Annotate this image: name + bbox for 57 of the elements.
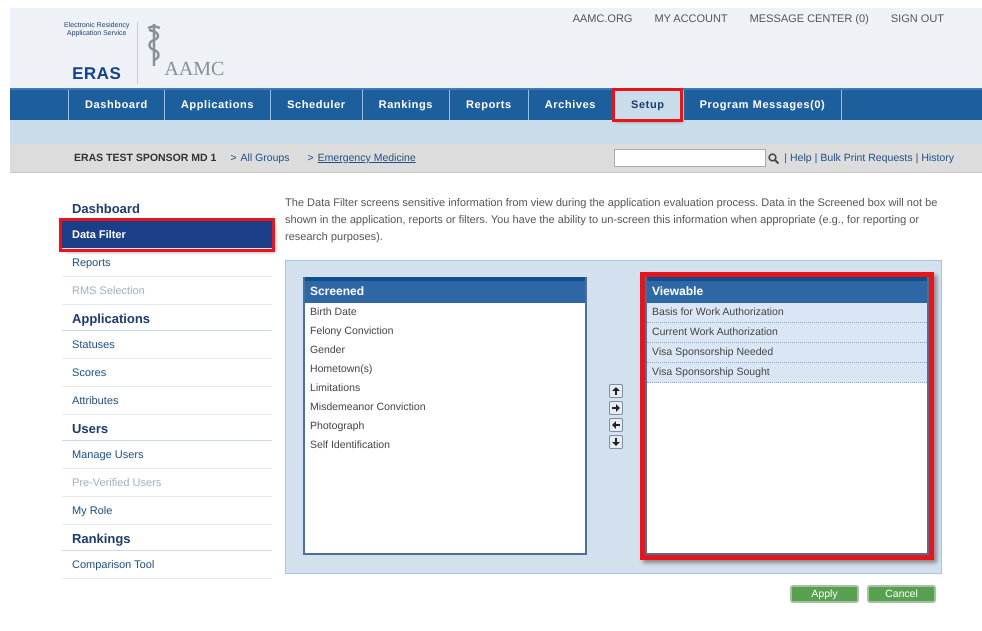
- sidebar-item[interactable]: Scores: [62, 359, 272, 387]
- breadcrumb-link[interactable]: Emergency Medicine: [318, 152, 416, 164]
- sidebar-item[interactable]: Data Filter: [62, 221, 272, 249]
- list-item[interactable]: Basis for Work Authorization: [647, 303, 927, 323]
- list-box[interactable]: Screened Birth Date Felony Conviction Gender Hometown(s) Limitations Misdemeanor Conviction Photograph Self Identification: [303, 277, 587, 555]
- sidebar-item[interactable]: Comparison Tool: [62, 551, 272, 579]
- sponsor-name: ERAS TEST SPONSOR MD 1: [74, 152, 216, 164]
- list-item[interactable]: Hometown(s): [305, 360, 585, 379]
- sidebar-item[interactable]: Reports: [62, 249, 272, 277]
- move-button[interactable]: [609, 434, 623, 448]
- list-item[interactable]: Current Work Authorization: [647, 323, 927, 343]
- move-button[interactable]: [609, 384, 623, 398]
- link-divider: |: [814, 152, 818, 164]
- sidebar-heading: Rankings: [62, 525, 272, 551]
- list-item[interactable]: Limitations: [305, 379, 585, 398]
- list-item[interactable]: Birth Date: [305, 303, 585, 322]
- arrow-up-icon: [612, 386, 620, 394]
- sidebar-heading: Users: [62, 415, 272, 441]
- sidebar-heading: Applications: [62, 305, 272, 331]
- logo-wordmark: AAMC: [164, 58, 224, 81]
- arrow-left-icon: [612, 420, 620, 428]
- search-field[interactable]: [614, 149, 766, 167]
- list-title: Screened: [305, 277, 585, 303]
- sidebar-item[interactable]: Statuses: [62, 331, 272, 359]
- utility-link[interactable]: History: [921, 152, 954, 164]
- logo-wordmark: ERAS: [72, 64, 122, 84]
- search-icon[interactable]: [768, 152, 780, 164]
- move-button[interactable]: [609, 418, 623, 432]
- description-text: The Data Filter screens sensitive information from view during the application evaluation process. Data in the Screened box will not be shown in the application, reports or filters. You have the ability to un-screen this information when appropriate (e.g., for reporting or research purposes).: [285, 196, 938, 245]
- list-item[interactable]: Misdemeanor Conviction: [305, 398, 585, 417]
- list-title: Viewable: [647, 277, 927, 303]
- list-box[interactable]: Viewable Basis for Work Authorization Current Work Authorization Visa Sponsorship Needed Visa Sponsorship Sought: [645, 277, 929, 555]
- list-item[interactable]: Self Identification: [305, 436, 585, 455]
- list-item[interactable]: Visa Sponsorship Sought: [647, 363, 927, 383]
- sidebar-item[interactable]: Attributes: [62, 387, 272, 415]
- utility-link[interactable]: Help: [790, 152, 812, 164]
- top-link[interactable]: AAMC.ORG: [572, 13, 632, 88]
- list-item[interactable]: Felony Conviction: [305, 322, 585, 341]
- caduceus-icon: [146, 22, 162, 68]
- sidebar-item[interactable]: My Role: [62, 497, 272, 525]
- link-divider: |: [916, 152, 918, 164]
- arrow-right-icon: [612, 404, 620, 412]
- list-item[interactable]: Visa Sponsorship Needed: [647, 343, 927, 363]
- nav-tab[interactable]: Setup: [614, 90, 681, 120]
- breadcrumb-separator: >: [308, 152, 314, 164]
- top-link[interactable]: MESSAGE CENTER (0): [750, 13, 869, 88]
- top-link[interactable]: MY ACCOUNT: [654, 13, 728, 88]
- breadcrumb-separator: >: [230, 152, 236, 164]
- top-link[interactable]: SIGN OUT: [890, 13, 944, 88]
- move-button[interactable]: [609, 400, 623, 414]
- utility-link[interactable]: Bulk Print Requests: [820, 152, 913, 164]
- list-item[interactable]: Gender: [305, 341, 585, 360]
- breadcrumb-link[interactable]: All Groups: [240, 152, 290, 164]
- link-divider: |: [784, 152, 788, 164]
- list-item[interactable]: Photograph: [305, 417, 585, 436]
- arrow-down-icon: [612, 438, 620, 446]
- sidebar-item[interactable]: Manage Users: [62, 441, 272, 469]
